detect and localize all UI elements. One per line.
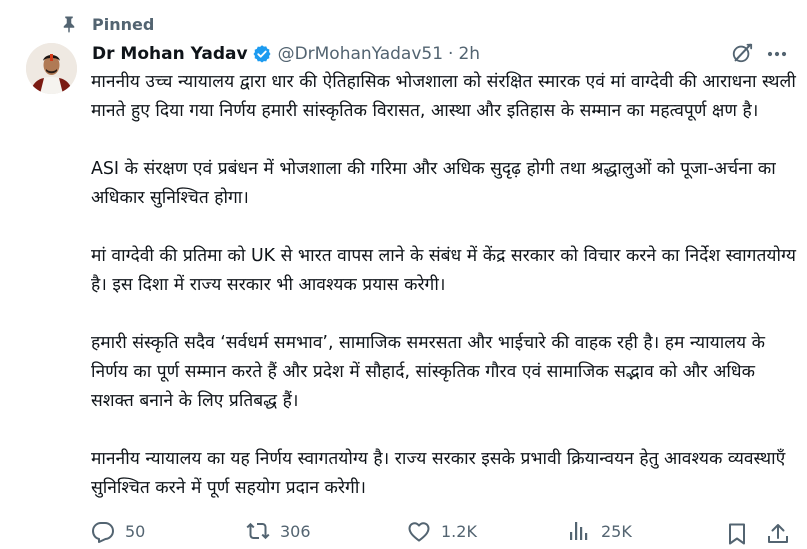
- tweet-paragraph: माननीय न्यायालय का यह निर्णय स्वागतयोग्य…: [91, 449, 786, 498]
- tweet-actions: 50 306 1.2K 25K: [0, 516, 807, 546]
- views-count: 25K: [601, 521, 632, 541]
- tweet-paragraph: मां वाग्देवी की प्रतिमा को UK से भारत वा…: [91, 246, 796, 295]
- like-button[interactable]: 1.2K: [407, 519, 477, 543]
- verified-badge-icon[interactable]: [252, 44, 272, 64]
- reply-button[interactable]: 50: [91, 519, 145, 543]
- reply-count: 50: [125, 521, 146, 541]
- bookmark-icon[interactable]: [725, 522, 749, 546]
- pinned-label: Pinned: [60, 11, 154, 37]
- views-icon: [570, 522, 588, 540]
- separator-dot: ·: [448, 44, 454, 64]
- reply-icon: [92, 522, 114, 543]
- tweet-paragraph: माननीय उच्च न्यायालय द्वारा धार की ऐतिहा…: [91, 72, 796, 121]
- pin-icon: [63, 16, 75, 33]
- repost-count: 306: [280, 521, 311, 541]
- heart-icon: [408, 522, 430, 542]
- views-button[interactable]: 25K: [567, 519, 632, 543]
- timestamp[interactable]: 2h: [458, 44, 480, 64]
- grok-icon[interactable]: [731, 42, 753, 64]
- share-icon[interactable]: [766, 522, 790, 546]
- more-icon[interactable]: [767, 51, 787, 57]
- like-count: 1.2K: [441, 521, 477, 541]
- tweet-text: माननीय उच्च न्यायालय द्वारा धार की ऐतिहा…: [91, 68, 801, 532]
- author-name[interactable]: Dr Mohan Yadav: [92, 44, 248, 64]
- avatar[interactable]: [26, 43, 77, 94]
- author-handle[interactable]: @DrMohanYadav51: [278, 44, 443, 64]
- repost-icon: [246, 522, 270, 540]
- repost-button[interactable]: 306: [246, 519, 311, 543]
- tweet-paragraph: ASI के संरक्षण एवं प्रबंधन में भोजशाला क…: [91, 159, 776, 208]
- pinned-text: Pinned: [92, 14, 155, 34]
- tweet-paragraph: हमारी संस्कृति सदैव ‘सर्वधर्म समभाव’, सा…: [91, 333, 765, 411]
- avatar-image: [26, 43, 77, 94]
- tweet-header: Dr Mohan Yadav @DrMohanYadav51 · 2h: [92, 41, 807, 67]
